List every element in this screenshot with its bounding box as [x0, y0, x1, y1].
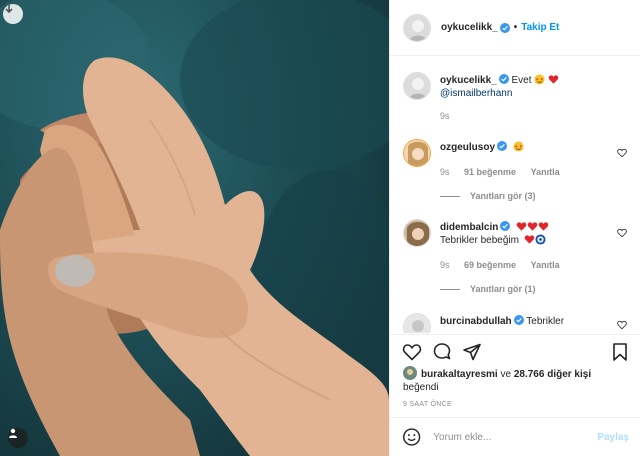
post-comment-button[interactable]: Paylaş — [597, 432, 629, 443]
like-heart-icon[interactable] — [402, 342, 422, 362]
comment-list[interactable]: oykucelikk_ Evet @ismailberhann 9s ozgeu… — [390, 57, 640, 333]
list-item: burcinabdullah Tebrikler — [403, 313, 635, 333]
hands-image — [0, 0, 389, 456]
post-photo[interactable] — [0, 0, 389, 456]
save-bookmark-icon[interactable] — [610, 342, 630, 362]
follow-button[interactable]: Takip Et — [521, 22, 559, 33]
author-username[interactable]: oykucelikk_ — [441, 22, 498, 33]
view-replies-button[interactable]: Yanıtları gör (3) — [440, 191, 536, 201]
post-time-ago[interactable]: 9 SAAT ÖNCE — [403, 401, 452, 408]
post-side-panel: oykucelikk_ • Takip Et oykucelikk_ Evet … — [389, 0, 640, 456]
like-comment-heart-icon[interactable] — [617, 228, 627, 238]
nazar-amulet-emoji-icon — [535, 234, 546, 245]
list-item: ozgeulusoy 9s 91 beğenme Yanıtla Yanıtla… — [403, 139, 635, 209]
comment-input[interactable] — [433, 431, 598, 443]
view-replies-button[interactable]: Yanıtları gör (1) — [440, 284, 536, 294]
comment-text: Tebrikler — [526, 316, 565, 327]
verified-badge-icon — [499, 22, 510, 33]
list-item: didembalcin Tebrikler bebeğim 9s 69 beğe… — [403, 219, 635, 299]
mention-link[interactable]: @ismailberhann — [440, 88, 512, 99]
post-actions: burakaltayresmi ve 28.766 diğer kişi beğ… — [390, 334, 640, 417]
avatar[interactable] — [403, 13, 431, 42]
list-item: oykucelikk_ Evet @ismailberhann 9s — [403, 72, 635, 132]
like-comment-heart-icon[interactable] — [617, 320, 627, 330]
reply-button[interactable]: Yanıtla — [531, 260, 560, 270]
red-heart-emoji-icon — [524, 235, 534, 244]
verified-badge-icon — [500, 221, 511, 231]
comment-username[interactable]: didembalcin — [440, 222, 498, 233]
view-replies-label: Yanıtları gör (3) — [470, 191, 536, 201]
red-heart-emoji-icon — [538, 222, 549, 231]
red-heart-emoji-icon — [548, 75, 559, 84]
verified-badge-icon — [497, 141, 508, 151]
star-struck-emoji-icon — [513, 141, 524, 152]
post-header: oykucelikk_ • Takip Et — [390, 0, 640, 56]
replies-divider — [440, 195, 460, 197]
reply-button[interactable]: Yanıtla — [531, 167, 560, 177]
likes-connector: ve — [500, 369, 512, 380]
comment-username[interactable]: burcinabdullah — [440, 316, 512, 327]
replies-divider — [440, 288, 460, 290]
action-icon-row — [402, 342, 632, 362]
avatar[interactable] — [403, 139, 431, 167]
likes-count-link[interactable]: 28.766 diğer kişi — [514, 369, 591, 380]
red-heart-emoji-icon — [516, 222, 527, 231]
likes-suffix: beğendi — [403, 382, 439, 393]
add-comment-bar: Paylaş — [390, 417, 640, 456]
comment-time: 9s — [440, 167, 450, 177]
separator-dot: • — [513, 22, 518, 33]
emoji-picker-icon[interactable] — [402, 427, 421, 447]
comment-username[interactable]: oykucelikk_ — [440, 75, 497, 86]
star-struck-emoji-icon — [534, 74, 545, 85]
comment-time: 9s — [440, 111, 450, 121]
comment-likes[interactable]: 91 beğenme — [464, 167, 516, 177]
red-heart-emoji-icon — [527, 222, 538, 231]
download-icon[interactable] — [3, 4, 23, 24]
avatar[interactable] — [403, 219, 431, 247]
avatar[interactable] — [403, 72, 431, 100]
like-comment-heart-icon[interactable] — [617, 148, 627, 158]
comment-likes[interactable]: 69 beğenme — [464, 260, 516, 270]
comment-time: 9s — [440, 260, 450, 270]
share-paper-plane-icon[interactable] — [462, 342, 482, 362]
comment-text: Tebrikler bebeğim — [440, 235, 519, 246]
comment-username[interactable]: ozgeulusoy — [440, 142, 495, 153]
view-replies-label: Yanıtları gör (1) — [470, 284, 536, 294]
verified-badge-icon — [513, 315, 524, 325]
comment-text: Evet — [511, 75, 532, 86]
liked-by-username[interactable]: burakaltayresmi — [421, 369, 498, 380]
verified-badge-icon — [498, 74, 509, 84]
tagged-users-icon[interactable] — [8, 428, 28, 448]
comment-icon[interactable] — [432, 342, 452, 362]
avatar[interactable] — [403, 366, 417, 380]
likes-summary: burakaltayresmi ve 28.766 diğer kişi beğ… — [403, 366, 633, 394]
avatar[interactable] — [403, 313, 431, 333]
